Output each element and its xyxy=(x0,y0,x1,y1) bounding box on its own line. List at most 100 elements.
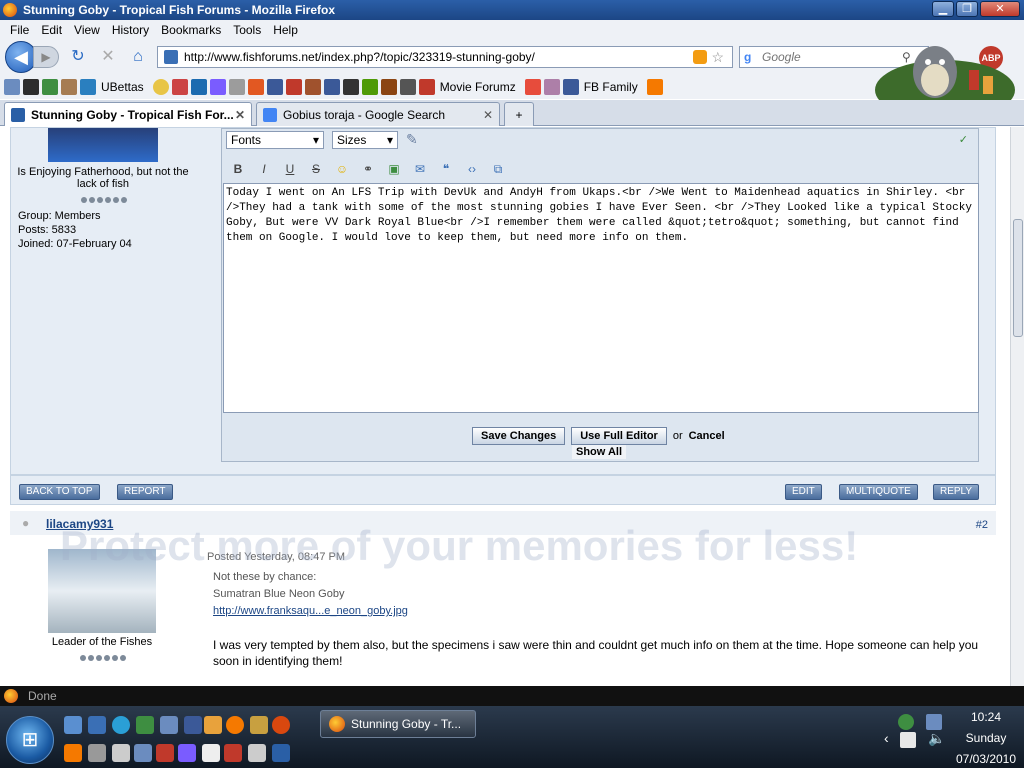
menu-edit[interactable]: Edit xyxy=(35,23,68,37)
bookmark-icon[interactable] xyxy=(152,78,169,95)
quicklaunch-icon[interactable] xyxy=(226,716,244,734)
bookmark-icon[interactable] xyxy=(247,78,264,95)
quicklaunch-icon[interactable] xyxy=(88,716,106,734)
bookmark-icon[interactable] xyxy=(304,78,321,95)
bookmark-icon[interactable] xyxy=(4,78,20,95)
quicklaunch-icon[interactable] xyxy=(250,716,268,734)
bookmark-icon[interactable] xyxy=(399,78,416,95)
paste-icon[interactable]: ⧉ xyxy=(490,161,506,177)
vertical-scrollbar[interactable] xyxy=(1010,127,1024,686)
bookmark-icon[interactable] xyxy=(23,78,39,95)
quicklaunch-icon[interactable] xyxy=(88,744,106,762)
clock-day[interactable]: Sunday xyxy=(952,731,1020,745)
firefox-icon[interactable] xyxy=(272,716,290,734)
bookmark-icon[interactable] xyxy=(80,78,96,95)
back-to-top-button[interactable]: BACK TO TOP xyxy=(19,484,100,500)
taskbar-firefox-window[interactable]: Stunning Goby - Tr... xyxy=(320,710,476,738)
tab-google-search[interactable]: Gobius toraja - Google Search ✕ xyxy=(256,102,500,126)
quicklaunch-icon[interactable] xyxy=(156,744,174,762)
media-player-icon[interactable] xyxy=(204,716,222,734)
save-changes-button[interactable]: Save Changes xyxy=(472,427,566,445)
vlc-icon[interactable] xyxy=(64,744,82,762)
quicklaunch-icon[interactable] xyxy=(248,744,266,762)
stop-icon[interactable]: ✕ xyxy=(97,46,119,68)
link-icon[interactable]: ⚭ xyxy=(360,161,376,177)
quicklaunch-icon[interactable] xyxy=(202,744,220,762)
spellcheck-icon[interactable]: ✓ xyxy=(959,133,968,146)
bookmark-icon[interactable] xyxy=(171,78,188,95)
new-tab-button[interactable]: + xyxy=(504,102,534,126)
post-textarea[interactable]: Today I went on An LFS Trip with DevUk a… xyxy=(223,183,979,413)
menu-help[interactable]: Help xyxy=(267,23,304,37)
menu-view[interactable]: View xyxy=(68,23,106,37)
search-engine-icon[interactable]: g xyxy=(744,50,758,64)
bookmark-icon[interactable] xyxy=(228,78,245,95)
reply-button[interactable]: REPLY xyxy=(933,484,980,500)
bookmark-icon[interactable] xyxy=(646,78,663,95)
clock-date[interactable]: 07/03/2010 xyxy=(952,752,1020,766)
bookmark-fb-family[interactable]: FB Family xyxy=(584,80,638,94)
post-number-link[interactable]: #2 xyxy=(976,519,988,531)
quicklaunch-icon[interactable] xyxy=(136,716,154,734)
bookmark-icon[interactable] xyxy=(543,78,560,95)
maximize-button[interactable]: ❐ xyxy=(956,1,978,17)
bookmark-icon[interactable] xyxy=(342,78,359,95)
quote-icon[interactable]: ❝ xyxy=(438,161,454,177)
emoticon-icon[interactable]: ☺ xyxy=(334,161,350,177)
bookmark-icon[interactable] xyxy=(361,78,378,95)
cancel-link[interactable]: Cancel xyxy=(689,430,725,442)
color-picker-icon[interactable]: ✎ xyxy=(406,131,418,151)
quicklaunch-icon[interactable] xyxy=(224,744,242,762)
menu-history[interactable]: History xyxy=(106,23,155,37)
url-bar[interactable]: http://www.fishforums.net/index.php?/top… xyxy=(157,46,733,68)
forward-button[interactable]: ▶ xyxy=(33,46,59,68)
show-all-button[interactable]: Show All xyxy=(572,445,627,459)
menu-bookmarks[interactable]: Bookmarks xyxy=(155,23,227,37)
image-icon[interactable]: ▣ xyxy=(386,161,402,177)
menu-file[interactable]: File xyxy=(4,23,35,37)
home-icon[interactable]: ⌂ xyxy=(127,46,149,68)
tray-icon[interactable] xyxy=(900,732,916,748)
bookmark-icon[interactable] xyxy=(266,78,283,95)
bookmark-icon[interactable] xyxy=(418,78,435,95)
bookmark-star-icon[interactable]: ☆ xyxy=(711,49,724,66)
bookmark-icon[interactable] xyxy=(209,78,226,95)
start-button[interactable]: ⊞ xyxy=(6,716,54,764)
rss-icon[interactable] xyxy=(693,50,708,64)
reload-icon[interactable]: ↻ xyxy=(67,46,89,68)
bookmark-icon[interactable] xyxy=(562,78,579,95)
bookmark-icon[interactable] xyxy=(61,78,77,95)
close-tab-icon[interactable]: ✕ xyxy=(483,108,493,122)
menu-tools[interactable]: Tools xyxy=(227,23,267,37)
bookmark-icon[interactable] xyxy=(190,78,207,95)
minimize-button[interactable]: ▁ xyxy=(932,1,954,17)
fonts-select[interactable]: Fonts ▾ xyxy=(226,131,324,149)
quicklaunch-icon[interactable] xyxy=(184,716,202,734)
clock-time[interactable]: 10:24 xyxy=(952,710,1020,724)
italic-icon[interactable]: I xyxy=(256,161,272,177)
scrollbar-thumb[interactable] xyxy=(1013,219,1023,337)
email-icon[interactable]: ✉ xyxy=(412,161,428,177)
word-icon[interactable] xyxy=(272,744,290,762)
bookmark-icon[interactable] xyxy=(380,78,397,95)
show-hidden-icons[interactable]: ‹ xyxy=(884,730,889,746)
sizes-select[interactable]: Sizes ▾ xyxy=(332,131,398,149)
volume-icon[interactable]: 🔈 xyxy=(928,730,945,747)
tab-stunning-goby[interactable]: Stunning Goby - Tropical Fish For... ✕ xyxy=(4,102,252,126)
quicklaunch-icon[interactable] xyxy=(178,744,196,762)
bold-icon[interactable]: B xyxy=(230,161,246,177)
quicklaunch-icon[interactable] xyxy=(112,744,130,762)
bookmark-icon[interactable] xyxy=(42,78,58,95)
network-icon[interactable] xyxy=(926,714,942,730)
show-desktop-icon[interactable] xyxy=(64,716,82,734)
code-icon[interactable]: ‹› xyxy=(464,161,480,177)
image-link[interactable]: http://www.franksaqu...e_neon_goby.jpg xyxy=(213,605,408,617)
close-button[interactable]: ✕ xyxy=(980,1,1020,17)
strikethrough-icon[interactable]: S xyxy=(308,161,324,177)
underline-icon[interactable]: U xyxy=(282,161,298,177)
multiquote-button[interactable]: MULTIQUOTE xyxy=(839,484,918,500)
edit-button[interactable]: EDIT xyxy=(785,484,822,500)
close-tab-icon[interactable]: ✕ xyxy=(235,108,245,122)
bookmark-icon[interactable] xyxy=(524,78,541,95)
tray-icon[interactable] xyxy=(898,714,914,730)
